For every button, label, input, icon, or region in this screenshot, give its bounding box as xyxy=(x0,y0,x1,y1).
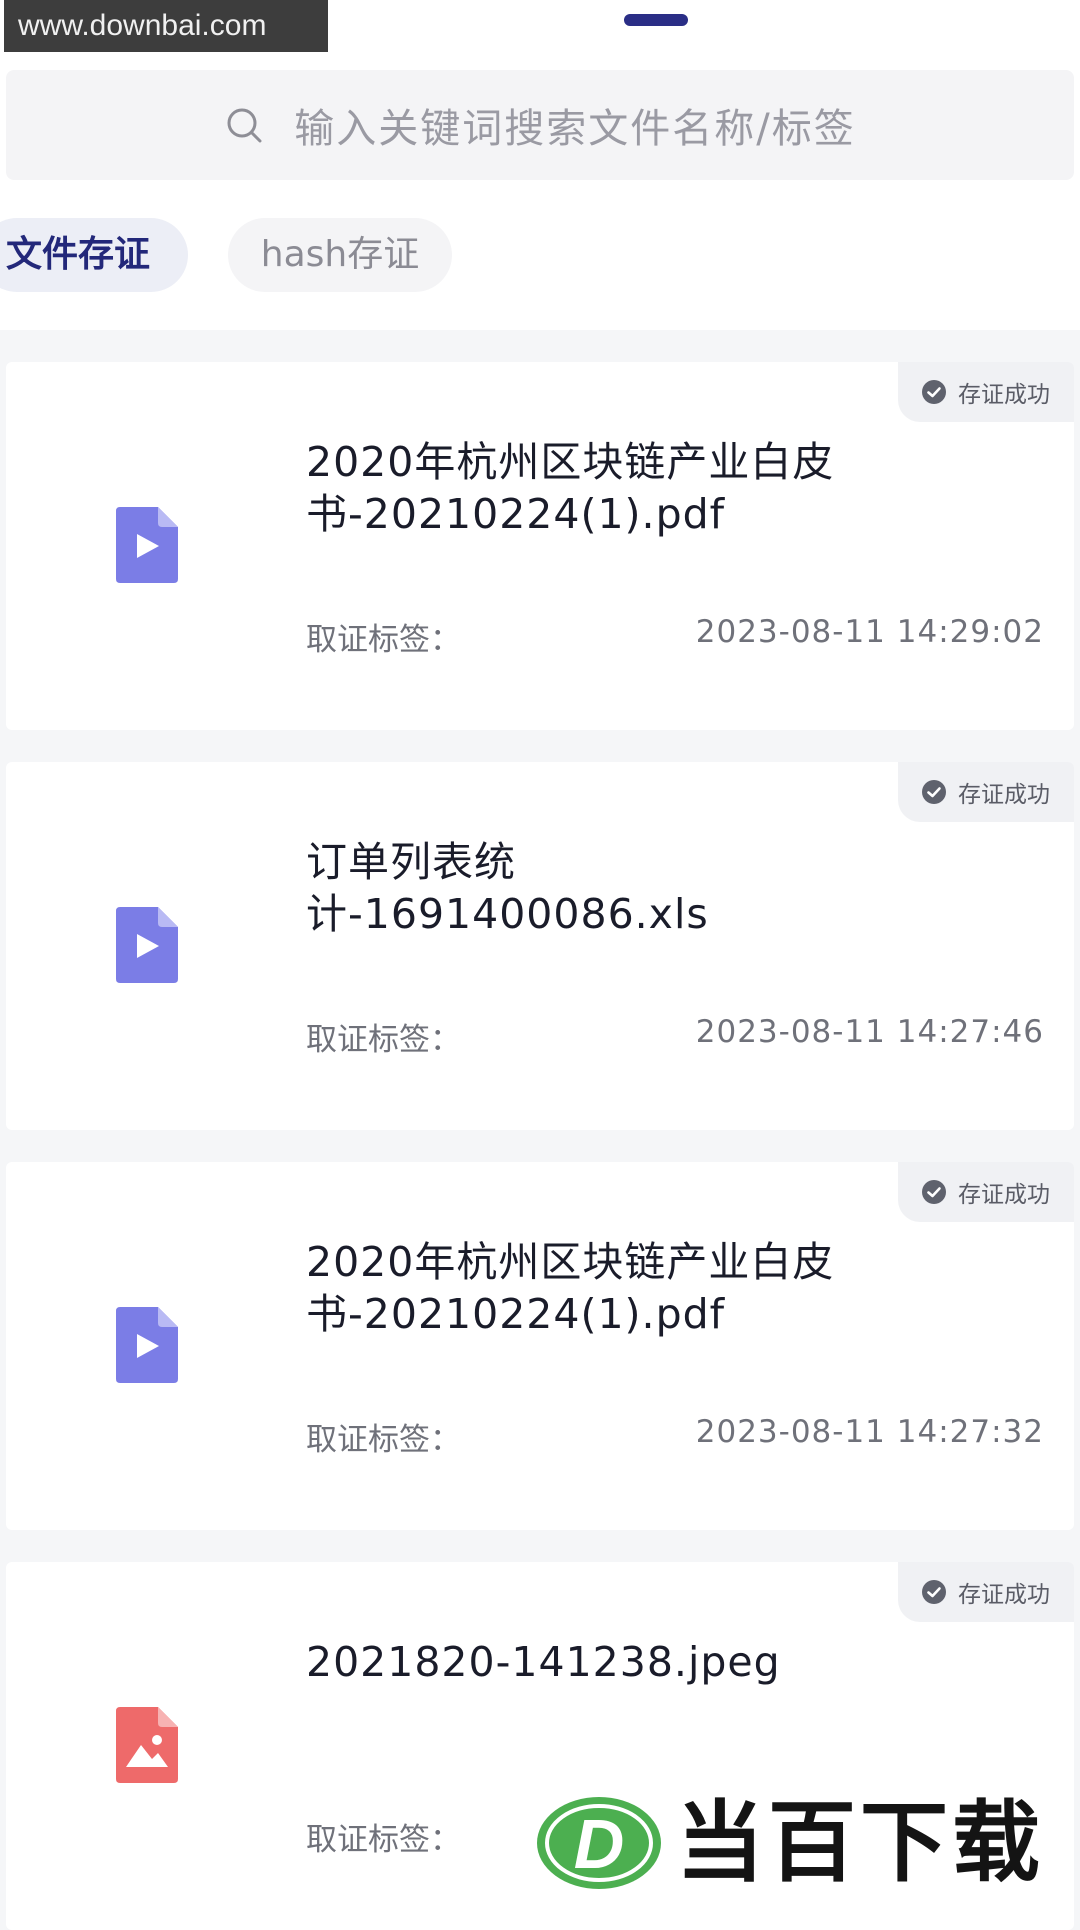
timestamp: 2023-08-11 14:27:32 xyxy=(695,1414,1044,1450)
video-file-icon xyxy=(116,907,178,983)
evidence-tag-label: 取证标签： xyxy=(306,1822,461,1858)
check-circle-icon xyxy=(922,780,946,804)
evidence-tag-label: 取证标签： xyxy=(306,1422,461,1458)
video-file-icon xyxy=(116,1307,178,1383)
file-name: 2020年杭州区块链产业白皮书-20210224(1).pdf xyxy=(306,438,835,538)
check-circle-icon xyxy=(922,1180,946,1204)
file-name: 2021820-141238.jpeg xyxy=(306,1638,781,1686)
status-badge: 存证成功 xyxy=(898,762,1074,822)
evidence-tag-label: 取证标签： xyxy=(306,1022,461,1058)
drag-handle[interactable] xyxy=(624,14,688,26)
check-circle-icon xyxy=(922,380,946,404)
brand-letter: D xyxy=(574,1805,625,1883)
evidence-tag-label: 取证标签： xyxy=(306,622,461,658)
search-icon xyxy=(227,108,262,143)
record-card[interactable]: 存证成功 2020年杭州区块链产业白皮书-20210224(1).pdf 取证标… xyxy=(6,362,1074,730)
search-bar[interactable]: 输入关键词搜索文件名称/标签 xyxy=(6,70,1074,180)
status-badge: 存证成功 xyxy=(898,362,1074,422)
timestamp: 2023-08-11 14:29:02 xyxy=(695,614,1044,650)
brand-watermark: D 当百下载 xyxy=(536,1796,1076,1906)
status-text: 存证成功 xyxy=(958,382,1050,408)
file-name: 订单列表统计-1691400086.xls xyxy=(306,838,709,938)
video-file-icon xyxy=(116,507,178,583)
record-card[interactable]: 存证成功 2020年杭州区块链产业白皮书-20210224(1).pdf 取证标… xyxy=(6,1162,1074,1530)
tab-bar: 文件存证 hash存证 xyxy=(0,218,1080,292)
check-circle-icon xyxy=(922,1580,946,1604)
record-card[interactable]: 存证成功 订单列表统计-1691400086.xls 取证标签： 2023-08… xyxy=(6,762,1074,1130)
file-name: 2020年杭州区块链产业白皮书-20210224(1).pdf xyxy=(306,1238,835,1338)
tab-file-evidence[interactable]: 文件存证 xyxy=(0,218,188,292)
brand-logo-icon: D xyxy=(537,1797,661,1889)
tab-hash-evidence[interactable]: hash存证 xyxy=(228,218,452,292)
status-text: 存证成功 xyxy=(958,1182,1050,1208)
status-badge: 存证成功 xyxy=(898,1562,1074,1622)
status-text: 存证成功 xyxy=(958,1582,1050,1608)
status-text: 存证成功 xyxy=(958,782,1050,808)
status-badge: 存证成功 xyxy=(898,1162,1074,1222)
image-file-icon xyxy=(116,1707,178,1783)
brand-text: 当百下载 xyxy=(676,1791,1045,1894)
site-watermark: www.downbai.com xyxy=(4,0,328,52)
search-input[interactable]: 输入关键词搜索文件名称/标签 xyxy=(294,96,855,154)
timestamp: 2023-08-11 14:27:46 xyxy=(695,1014,1044,1050)
